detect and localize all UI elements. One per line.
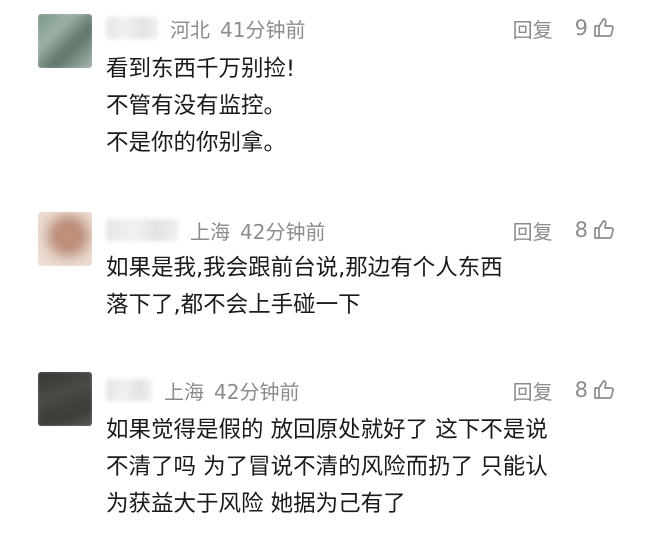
comment-actions: 回复 8	[513, 214, 616, 246]
comment-text: 如果觉得是假的 放回原处就好了 这下不是说 不清了吗 为了冒说不清的风险而扔了 …	[106, 412, 548, 523]
reply-button[interactable]: 回复	[513, 376, 553, 405]
comment-line: 落下了,都不会上手碰一下	[106, 292, 361, 318]
like-count: 9	[574, 16, 588, 40]
comment-line: 不管有没有监控。	[106, 93, 287, 119]
timestamp: 41分钟前	[220, 17, 306, 42]
comment-line: 如果是我,我会跟前台说,那边有个人东西	[106, 255, 503, 281]
avatar[interactable]	[38, 372, 92, 426]
like-button[interactable]: 9	[575, 16, 616, 40]
meta-text: 上海 42分钟前	[164, 376, 299, 405]
meta-text: 上海 42分钟前	[190, 216, 325, 245]
location-label: 上海	[164, 379, 204, 404]
comment-line: 看到东西千万别捡!	[106, 56, 296, 82]
comment-actions: 回复 8	[513, 374, 616, 406]
meta-text: 河北 41分钟前	[170, 14, 305, 43]
location-label: 上海	[190, 219, 230, 244]
thumbs-up-icon	[592, 16, 616, 40]
username-blurred[interactable]	[106, 379, 152, 401]
like-count: 8	[574, 378, 588, 402]
location-label: 河北	[170, 17, 210, 42]
comment-line: 不是你的你别拿。	[106, 130, 287, 156]
reply-button[interactable]: 回复	[513, 14, 553, 43]
avatar[interactable]	[38, 14, 92, 68]
comment-meta: 上海 42分钟前	[106, 214, 325, 246]
reply-button[interactable]: 回复	[513, 216, 553, 245]
timestamp: 42分钟前	[214, 379, 300, 404]
username-blurred[interactable]	[106, 219, 178, 241]
comment-meta: 河北 41分钟前	[106, 12, 305, 44]
comment-line: 如果觉得是假的 放回原处就好了 这下不是说	[106, 417, 548, 443]
comment-line: 不清了吗 为了冒说不清的风险而扔了 只能认	[106, 454, 548, 480]
thumbs-up-icon	[592, 378, 616, 402]
comment-meta: 上海 42分钟前	[106, 374, 299, 406]
like-count: 8	[574, 218, 588, 242]
like-button[interactable]: 8	[575, 378, 616, 402]
username-blurred[interactable]	[106, 17, 158, 39]
timestamp: 42分钟前	[240, 219, 326, 244]
avatar[interactable]	[38, 212, 92, 266]
comment-text: 如果是我,我会跟前台说,那边有个人东西 落下了,都不会上手碰一下	[106, 250, 503, 324]
thumbs-up-icon	[592, 218, 616, 242]
comment-text: 看到东西千万别捡! 不管有没有监控。 不是你的你别拿。	[106, 51, 295, 162]
comment-actions: 回复 9	[513, 12, 616, 44]
comment-line: 为获益大于风险 她据为己有了	[106, 491, 406, 517]
like-button[interactable]: 8	[575, 218, 616, 242]
